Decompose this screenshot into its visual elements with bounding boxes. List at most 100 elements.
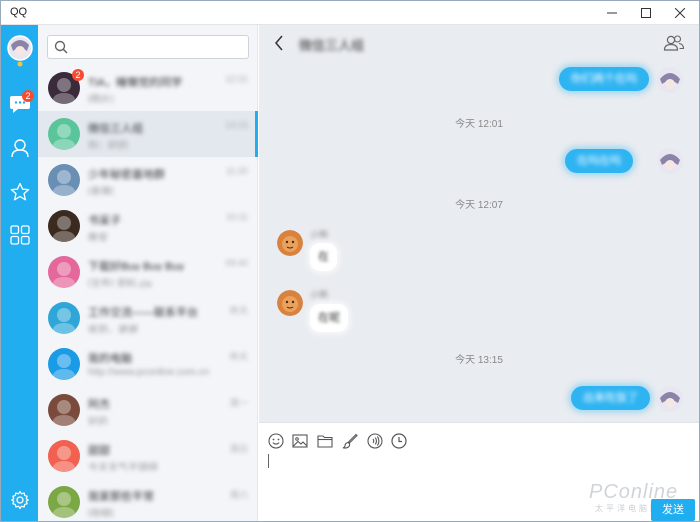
- gear-icon: [10, 490, 29, 510]
- conversation-avatar: [48, 118, 80, 150]
- message-bubble-in[interactable]: 在呢: [310, 304, 348, 332]
- conversation-name: 下载好Buy Buy Buy: [88, 261, 184, 271]
- file-button[interactable]: [316, 432, 334, 450]
- conversation-preview: 今天天气不错呀: [88, 463, 158, 471]
- image-icon: [292, 434, 308, 448]
- selected-indicator: [255, 111, 258, 157]
- conversation-item[interactable]: 阿杰好的 周一: [38, 387, 257, 433]
- conversation-time: 11:20: [226, 166, 248, 176]
- conversation-avatar: [48, 394, 80, 426]
- conversation-item[interactable]: TIA，睡懒觉的同学 [图片] 12:21 2: [38, 65, 257, 111]
- send-button[interactable]: 发送: [651, 499, 695, 521]
- conversation-avatar: [48, 302, 80, 334]
- scribble-button[interactable]: [341, 432, 359, 450]
- conversation-preview: http://www.pconline.com.cn: [88, 367, 210, 378]
- back-button[interactable]: [273, 34, 287, 52]
- image-button[interactable]: [291, 432, 309, 450]
- search-input[interactable]: [72, 38, 242, 56]
- history-button[interactable]: [390, 432, 408, 450]
- voice-button[interactable]: [366, 432, 384, 450]
- timestamp: 今天 12:07: [455, 200, 503, 211]
- conversation-item[interactable]: 少年秘密基地群 [表情] 11:20: [38, 157, 257, 203]
- unread-badge: 2: [72, 69, 84, 81]
- conversation-preview: [文件] 资料.zip: [88, 279, 152, 287]
- emoji-icon: [268, 433, 284, 449]
- conversation-name: 书呆子: [88, 215, 121, 225]
- close-button[interactable]: [663, 1, 697, 25]
- my-chat-avatar: [657, 386, 683, 412]
- search-icon: [54, 40, 68, 54]
- star-icon: [10, 182, 29, 201]
- message-composer: PConline 太平洋电脑网 发送: [259, 422, 699, 521]
- conversation-name: 工作交流——联系平台: [88, 307, 198, 317]
- messages-badge: 2: [22, 90, 34, 102]
- contacts-icon: [10, 139, 29, 158]
- chat-panel: 微信三人组 你们两个在吗 今天 12:01 在吗在吗 今天 12:07 小熊 在…: [259, 25, 699, 422]
- conversation-preview: [视频]: [88, 509, 114, 517]
- minimize-button[interactable]: [595, 1, 629, 25]
- conversation-preview: 收到，谢谢: [88, 325, 138, 333]
- conversation-item[interactable]: 我的电脑 http://www.pconline.com.cn 昨天: [38, 341, 257, 387]
- conversation-name: 甜甜: [88, 445, 110, 455]
- message-bubble-out[interactable]: 在吗在吗: [565, 149, 633, 173]
- nav-apps[interactable]: [1, 218, 38, 252]
- voice-icon: [367, 433, 383, 449]
- conversation-item[interactable]: 我家那些平常 [视频] 周六: [38, 479, 257, 521]
- conversation-item[interactable]: 甜甜今天天气不错呀 周日: [38, 433, 257, 479]
- group-icon: [663, 35, 685, 51]
- conversation-preview: [表情]: [88, 187, 114, 195]
- contact-chat-avatar: [277, 230, 303, 256]
- message-bubble-out[interactable]: 你们两个在吗: [559, 67, 649, 91]
- conversation-name: 微信三人组: [88, 123, 143, 133]
- search-box[interactable]: [47, 35, 249, 59]
- conversation-avatar: [48, 348, 80, 380]
- conversation-time: 昨天: [229, 306, 248, 316]
- conversation-avatar: [48, 256, 80, 288]
- brush-icon: [342, 433, 358, 449]
- conversation-time: 昨天: [229, 352, 248, 362]
- contact-chat-avatar: [277, 290, 303, 316]
- settings-button[interactable]: [1, 483, 38, 517]
- window-title: QQ: [10, 6, 28, 18]
- message-bubble-in[interactable]: 在: [310, 243, 337, 271]
- conversation-name: 我的电脑: [88, 353, 132, 363]
- nav-messages[interactable]: 2: [1, 87, 38, 121]
- my-avatar-button[interactable]: [1, 29, 38, 73]
- user-avatar: [6, 35, 33, 67]
- conversation-time: 周日: [229, 444, 248, 454]
- conversation-name: 我家那些平常: [88, 491, 154, 501]
- maximize-button[interactable]: [629, 1, 663, 25]
- conversation-avatar: [48, 210, 80, 242]
- folder-icon: [317, 435, 333, 448]
- conversation-item[interactable]: 下载好Buy Buy Buy [文件] 资料.zip 09:40: [38, 249, 257, 295]
- conversation-item[interactable]: 微信三人组 你：好的 13:15: [38, 111, 257, 157]
- conversation-preview: 好的: [88, 417, 108, 425]
- timestamp: 今天 12:01: [455, 119, 503, 130]
- conversation-avatar: [48, 440, 80, 472]
- conversation-avatar: [48, 486, 80, 518]
- nav-contacts[interactable]: [1, 131, 38, 165]
- message-bubble-out[interactable]: 出来吃饭了: [571, 386, 650, 410]
- chevron-left-icon: [275, 35, 283, 51]
- conversation-time: 周六: [229, 490, 248, 500]
- group-members-button[interactable]: [663, 34, 685, 52]
- title-bar: QQ: [1, 1, 699, 25]
- conversation-name: 少年秘密基地群: [88, 169, 165, 179]
- qq-window: QQ 2 TIA，睡懒觉的同学 [图片] 12:21 2 微信三人组 你：好的 …: [0, 0, 700, 522]
- conversation-name: TIA，睡懒觉的同学: [88, 77, 183, 87]
- apps-grid-icon: [9, 225, 30, 245]
- minimize-icon: [607, 12, 617, 14]
- sender-name: 小熊: [310, 290, 329, 300]
- conversation-name: 阿杰: [88, 399, 110, 409]
- nav-favorites[interactable]: [1, 175, 38, 209]
- conversation-time: 周一: [229, 398, 248, 408]
- conversation-item[interactable]: 书呆子 晚安 10:11: [38, 203, 257, 249]
- my-chat-avatar: [657, 148, 683, 174]
- conversation-item[interactable]: 工作交流——联系平台 收到，谢谢 昨天: [38, 295, 257, 341]
- maximize-icon: [641, 8, 651, 18]
- conversation-list: TIA，睡懒觉的同学 [图片] 12:21 2 微信三人组 你：好的 13:15 少年秘密基地…: [38, 25, 258, 521]
- close-icon: [675, 8, 685, 18]
- chat-header: 微信三人组: [259, 25, 699, 61]
- emoji-button[interactable]: [267, 432, 285, 450]
- sender-name: 小熊: [310, 230, 329, 240]
